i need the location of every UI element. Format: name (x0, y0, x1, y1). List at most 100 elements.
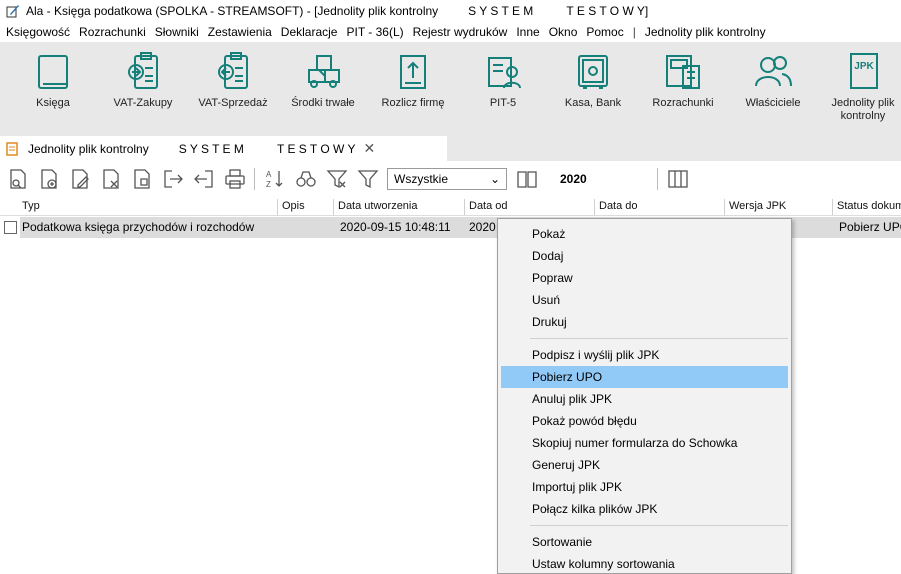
filter-select[interactable]: Wszystkie ⌄ (387, 168, 507, 190)
ribbon-rozlicz-firme[interactable]: Rozlicz firmę (368, 42, 458, 134)
chevron-down-icon: ⌄ (489, 172, 500, 186)
menu-item-polacz[interactable]: Połącz kilka plików JPK (498, 498, 791, 520)
window-title: Ala - Księga podatkowa (SPOLKA - STREAMS… (26, 4, 649, 18)
edit-button[interactable] (68, 167, 92, 191)
cash-register-icon (666, 55, 700, 89)
menu-rozrachunki[interactable]: Rozrachunki (79, 25, 146, 39)
column-divider[interactable] (464, 199, 465, 215)
column-header-opis[interactable]: Opis (282, 200, 305, 212)
add-button[interactable] (37, 167, 61, 191)
menu-item-dodaj[interactable]: Dodaj (498, 245, 791, 267)
clipboard-in-icon (128, 52, 158, 89)
menu-item-ustaw-kolumny[interactable]: Ustaw kolumny sortowania (498, 553, 791, 574)
cell-data-utworzenia: 2020-09-15 10:48:11 (340, 220, 451, 234)
menu-item-usun[interactable]: Usuń (498, 289, 791, 311)
ribbon-label: VAT-Sprzedaż (198, 97, 268, 109)
column-header-typ[interactable]: Typ (22, 200, 40, 212)
column-divider[interactable] (832, 199, 833, 215)
filter-clear-button[interactable] (356, 167, 380, 191)
grid-header: Typ Opis Data utworzenia Data od Data do… (0, 199, 901, 216)
ribbon-label: VAT-Zakupy (113, 97, 173, 109)
book-view-button[interactable] (515, 167, 539, 191)
column-divider[interactable] (594, 199, 595, 215)
open-book-icon (517, 171, 537, 188)
column-divider[interactable] (333, 199, 334, 215)
menu-slowniki[interactable]: Słowniki (155, 25, 199, 39)
export-button[interactable] (161, 167, 185, 191)
menu-rejestr-wydrukow[interactable]: Rejestr wydruków (413, 25, 508, 39)
app-icon (6, 5, 19, 18)
menu-item-podpisz-wyslij[interactable]: Podpisz i wyślij plik JPK (498, 344, 791, 366)
menu-item-skopiuj-numer[interactable]: Skopiuj numer formularza do Schowka (498, 432, 791, 454)
delete-button[interactable] (99, 167, 123, 191)
menu-okno[interactable]: Okno (549, 25, 578, 39)
menu-item-pobierz-upo[interactable]: Pobierz UPO (501, 366, 788, 388)
ribbon-label: Środki trwałe (291, 97, 355, 109)
search-button[interactable] (294, 167, 318, 191)
menu-item-anuluj[interactable]: Anuluj plik JPK (498, 388, 791, 410)
menu-item-sortowanie[interactable]: Sortowanie (498, 531, 791, 553)
ribbon-label: Rozlicz firmę (381, 97, 445, 109)
menu-separator: | (632, 25, 636, 39)
jpk-badge: JPK (854, 61, 874, 72)
menu-ksiegowosc[interactable]: Księgowość (6, 25, 70, 39)
menu-item-generuj[interactable]: Generuj JPK (498, 454, 791, 476)
title-bar: Ala - Księga podatkowa (SPOLKA - STREAMS… (0, 0, 901, 22)
preview-button[interactable] (6, 167, 30, 191)
document-icon (6, 141, 18, 156)
column-header-data-utworzenia[interactable]: Data utworzenia (338, 200, 418, 212)
ribbon-rozrachunki[interactable]: Rozrachunki (638, 42, 728, 134)
ribbon-srodki-trwale[interactable]: Środki trwałe (278, 42, 368, 134)
jpk-icon: JPK (850, 53, 878, 89)
tab-title: Jednolity plik kontrolny S Y S T E M T E… (28, 141, 356, 156)
menu-item-popraw[interactable]: Popraw (498, 267, 791, 289)
ribbon-vat-sprzedaz[interactable]: VAT-Sprzedaż (188, 42, 278, 134)
close-icon[interactable]: ✕ (363, 140, 375, 157)
menu-deklaracje[interactable]: Deklaracje (281, 25, 338, 39)
column-header-data-od[interactable]: Data od (469, 200, 508, 212)
clipboard-out-icon (218, 52, 248, 89)
toolbar: AZ Wszystkie ⌄ 2020 (0, 161, 901, 197)
menu-pomoc[interactable]: Pomoc (586, 25, 623, 39)
svg-text:A: A (266, 170, 272, 179)
column-divider[interactable] (277, 199, 278, 215)
svg-text:Z: Z (266, 180, 271, 189)
filter-button[interactable] (325, 167, 349, 191)
menu-item-drukuj[interactable]: Drukuj (498, 311, 791, 333)
menu-item-pokaz[interactable]: Pokaż (498, 223, 791, 245)
cell-data-od: 2020 (469, 220, 496, 234)
ribbon-kasa-bank[interactable]: Kasa, Bank (548, 42, 638, 134)
ribbon-ksiega[interactable]: Księga (8, 42, 98, 134)
column-header-wersja-jpk[interactable]: Wersja JPK (729, 200, 786, 212)
menu-pit36[interactable]: PIT - 36(L) (346, 25, 403, 39)
copy-button[interactable] (130, 167, 154, 191)
document-tab-bar: Jednolity plik kontrolny S Y S T E M T E… (0, 134, 901, 161)
ribbon-wlasciciele[interactable]: Właściciele (728, 42, 818, 134)
column-header-data-do[interactable]: Data do (599, 200, 638, 212)
ribbon-vat-zakupy[interactable]: VAT-Zakupy (98, 42, 188, 134)
import-button[interactable] (192, 167, 216, 191)
columns-button[interactable] (666, 167, 690, 191)
upload-document-icon (400, 55, 426, 89)
context-menu: Pokaż Dodaj Popraw Usuń Drukuj Podpisz i… (497, 218, 792, 574)
menu-inne[interactable]: Inne (516, 25, 539, 39)
menu-bar: Księgowość Rozrachunki Słowniki Zestawie… (0, 22, 901, 42)
menu-item-powod-bledu[interactable]: Pokaż powód błędu (498, 410, 791, 432)
edit-document-icon (72, 169, 89, 189)
column-header-status[interactable]: Status dokumentu (837, 200, 901, 212)
tab-jpk[interactable]: Jednolity plik kontrolny S Y S T E M T E… (0, 136, 447, 161)
row-checkbox[interactable] (4, 221, 17, 234)
ribbon: Księga VAT-Zakupy VAT-Sprzedaż Środki tr… (0, 42, 901, 134)
menu-item-importuj[interactable]: Importuj plik JPK (498, 476, 791, 498)
ribbon-pit5[interactable]: PIT-5 (458, 42, 548, 134)
sort-button[interactable]: AZ (263, 167, 287, 191)
menu-zestawienia[interactable]: Zestawienia (208, 25, 272, 39)
person-document-icon (488, 57, 521, 89)
safe-icon (578, 55, 608, 89)
print-button[interactable] (223, 167, 247, 191)
column-divider[interactable] (724, 199, 725, 215)
menu-jpk[interactable]: Jednolity plik kontrolny (645, 25, 766, 39)
book-icon (38, 55, 68, 89)
ribbon-jpk[interactable]: JPK Jednolity plik kontrolny (818, 42, 901, 134)
ribbon-label: Rozrachunki (652, 97, 714, 109)
